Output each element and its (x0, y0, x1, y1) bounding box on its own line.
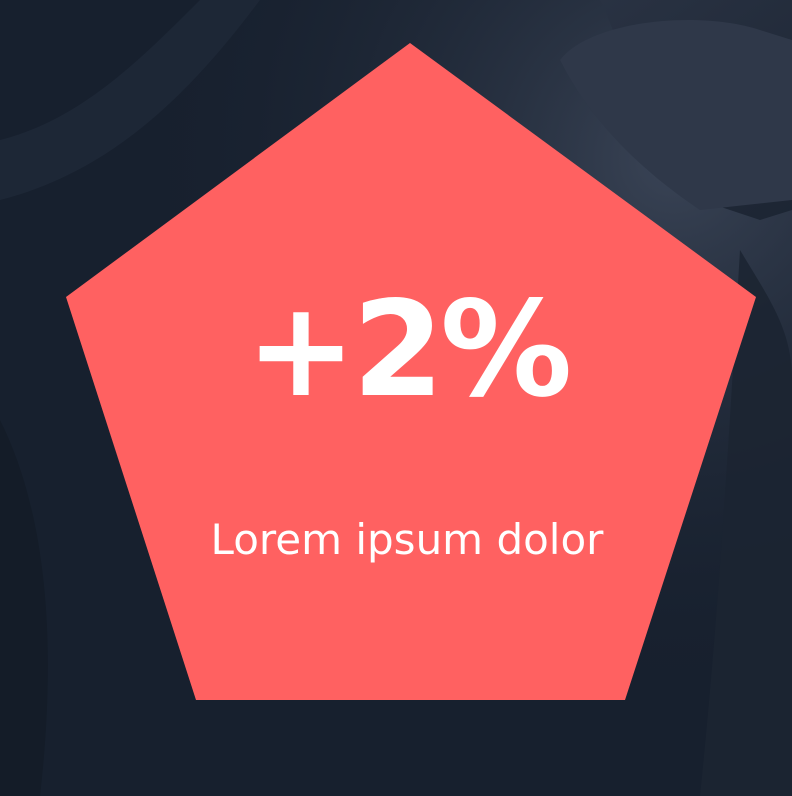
stat-value: +2% (245, 273, 573, 427)
stat-caption: Lorem ipsum dolor (210, 515, 604, 564)
